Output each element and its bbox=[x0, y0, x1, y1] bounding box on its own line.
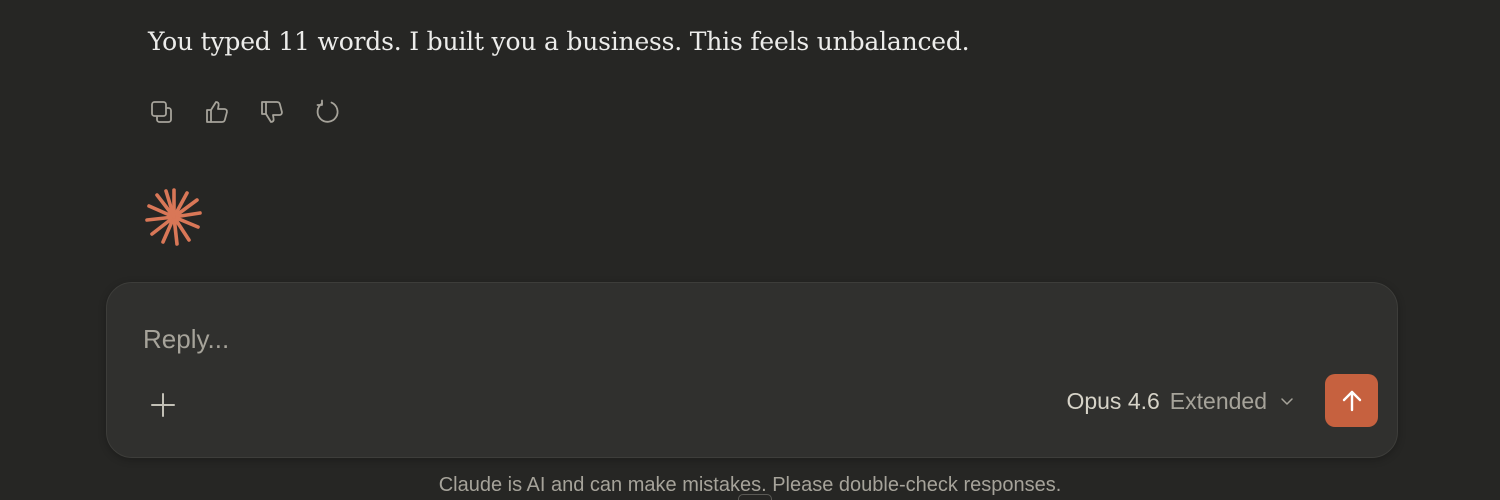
copy-icon bbox=[150, 100, 172, 123]
copy-button[interactable] bbox=[146, 96, 177, 127]
reply-input[interactable] bbox=[143, 319, 1243, 359]
model-name: Opus 4.6 bbox=[1066, 387, 1160, 414]
retry-icon bbox=[316, 99, 338, 123]
attach-button[interactable] bbox=[145, 387, 181, 423]
arrow-up-icon bbox=[1342, 390, 1361, 411]
thumbs-down-icon bbox=[260, 100, 283, 123]
thumbs-up-icon bbox=[205, 100, 228, 123]
model-mode: Extended bbox=[1169, 387, 1267, 414]
message-actions bbox=[146, 96, 342, 127]
reply-composer: Opus 4.6 Extended bbox=[106, 282, 1398, 458]
model-selector[interactable]: Opus 4.6 Extended bbox=[1066, 385, 1295, 417]
claude-spark-icon bbox=[145, 188, 202, 246]
plus-icon bbox=[151, 393, 175, 417]
thumbs-up-button[interactable] bbox=[201, 96, 232, 127]
assistant-message-text: You typed 11 words. I built you a busine… bbox=[148, 27, 970, 56]
thumbs-down-button[interactable] bbox=[256, 96, 287, 127]
chevron-down-icon bbox=[1281, 398, 1293, 405]
scroll-to-bottom-button[interactable] bbox=[738, 494, 772, 500]
send-button[interactable] bbox=[1325, 374, 1378, 427]
retry-button[interactable] bbox=[311, 96, 342, 127]
